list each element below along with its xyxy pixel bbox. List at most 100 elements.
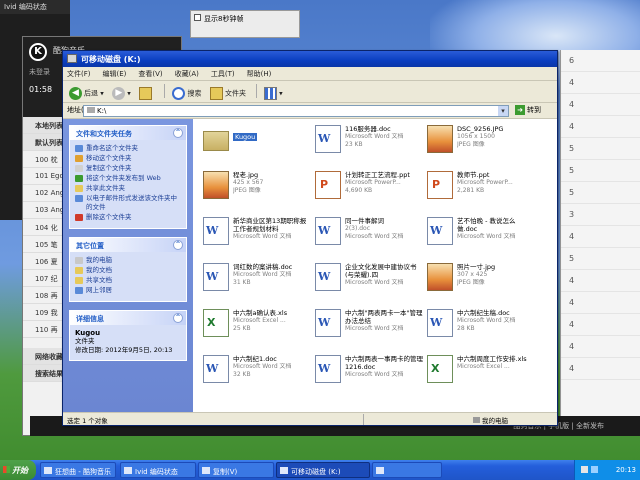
file-item[interactable]: 116服务器.docMicrosoft Word 文档23 KB xyxy=(311,123,423,159)
start-button[interactable]: 开始 xyxy=(0,460,36,480)
back-button[interactable]: ◀ 后退 ▾ xyxy=(67,84,108,100)
file-item[interactable]: 艺不怕晚 - 教说怎么做.docMicrosoft Word 文档 xyxy=(423,215,535,251)
file-item[interactable]: 新华商业区第13期职称报工作者规划材料Microsoft Word 文档 xyxy=(199,215,311,251)
collapse-chevron-icon[interactable]: ^ xyxy=(173,128,183,138)
right-list-row: 4 xyxy=(561,314,640,336)
file-name: 计划转正工艺流程.ppt xyxy=(345,171,410,179)
right-list-value: 4 xyxy=(569,298,575,307)
kugou-logo-icon: K xyxy=(29,43,47,61)
clock[interactable]: 20:13 xyxy=(616,466,636,474)
task-link[interactable]: 重命名这个文件夹 xyxy=(75,144,181,153)
forward-button[interactable]: ▶ ▾ xyxy=(110,84,135,100)
search-button[interactable]: 搜索 xyxy=(170,84,205,100)
file-item[interactable]: 程老.jpg 425 x 567 JPEG 图像 xyxy=(199,169,311,205)
file-type: 425 x 567 xyxy=(233,179,264,186)
task-link[interactable]: 以电子邮件形式发送该文件夹中的文件 xyxy=(75,194,181,212)
right-list-row: 5 xyxy=(561,182,640,204)
file-item[interactable]: 中六制两表一事两卡的管理1216.docMicrosoft Word 文档 xyxy=(311,353,423,389)
word-file-icon xyxy=(203,355,229,383)
views-icon xyxy=(264,87,278,100)
main-area: 文件和文件夹任务 ^ 重命名这个文件夹 移动这个文件夹 复制这个文件夹 将这个文件夹发布… xyxy=(63,119,557,412)
music-user[interactable]: 未登录 xyxy=(29,67,50,77)
music-time: 01:58 xyxy=(29,85,53,94)
task-link[interactable]: 共享此文件夹 xyxy=(75,184,181,193)
views-button[interactable]: ▾ xyxy=(262,84,287,100)
file-item[interactable]: 企业文化发展中建协议书(与荣耀).四Microsoft Word 文档 xyxy=(311,261,423,297)
right-list-value: 5 xyxy=(569,144,575,153)
word-file-icon xyxy=(203,217,229,245)
file-tasks-header[interactable]: 文件和文件夹任务 ^ xyxy=(70,126,186,140)
task-label: 以电子邮件形式发送该文件夹中的文件 xyxy=(86,194,177,211)
task-link[interactable]: 移动这个文件夹 xyxy=(75,154,181,163)
collapse-chevron-icon[interactable]: ^ xyxy=(173,313,183,323)
file-item[interactable]: 中六制纪生稿.docMicrosoft Word 文档28 KB xyxy=(423,307,535,343)
menu-item[interactable]: 帮助(H) xyxy=(247,69,272,79)
place-link[interactable]: 我的电脑 xyxy=(75,256,181,265)
file-item[interactable]: 教师节.pptMicrosoft PowerP...2,281 KB xyxy=(423,169,535,205)
file-item[interactable]: DSC_9256.JPG 1056 x 1500 JPEG 图像 xyxy=(423,123,535,159)
window-titlebar[interactable]: 可移动磁盘 (K:) xyxy=(63,51,557,67)
place-link[interactable]: 我的文档 xyxy=(75,266,181,275)
place-label: 共享文档 xyxy=(86,276,112,284)
taskbar-button[interactable]: 狂想曲 - 酷狗音乐 xyxy=(40,462,116,478)
file-item[interactable]: 计划转正工艺流程.pptMicrosoft PowerP...4,690 KB xyxy=(311,169,423,205)
file-name: 教师节.ppt xyxy=(457,171,490,179)
right-list-value: 4 xyxy=(569,320,575,329)
file-type: Microsoft Word 文档 xyxy=(457,233,516,240)
task-link[interactable]: 将这个文件夹发布到 Web xyxy=(75,174,181,183)
file-name: 企业文化发展中建协议书(与荣耀).四 xyxy=(345,263,417,279)
up-button[interactable] xyxy=(137,84,158,100)
file-type: Microsoft Word 文档 xyxy=(233,271,292,278)
file-item[interactable]: 中六制"两表两卡一本"管理办法总结Microsoft Word 文档 xyxy=(311,307,423,343)
detail-modified: 修改日期: 2012年9月5日, 20:13 xyxy=(75,346,173,354)
file-item[interactable]: 词红数的案讲稿.docMicrosoft Word 文档31 KB xyxy=(199,261,311,297)
checkbox-icon[interactable] xyxy=(194,14,201,21)
menu-item[interactable]: 查看(V) xyxy=(138,69,162,79)
file-tasks-panel: 文件和文件夹任务 ^ 重命名这个文件夹 移动这个文件夹 复制这个文件夹 将这个文件夹发布… xyxy=(69,125,187,229)
other-places-header[interactable]: 其它位置 ^ xyxy=(70,238,186,252)
menu-item[interactable]: 文件(F) xyxy=(67,69,91,79)
details-header[interactable]: 详细信息 ^ xyxy=(70,311,186,325)
taskbar-button[interactable]: Ivid 编码状态 xyxy=(120,462,196,478)
file-item[interactable]: Kugou xyxy=(199,123,311,159)
detail-name: Kugou xyxy=(75,329,101,337)
file-size: 31 KB xyxy=(233,279,251,286)
volume-icon[interactable] xyxy=(581,466,588,473)
menu-item[interactable]: 编辑(E) xyxy=(103,69,127,79)
file-type: Microsoft Word 文档 xyxy=(345,325,404,332)
ivid-encoder-title[interactable]: Ivid 编码状态 xyxy=(0,0,70,14)
place-link[interactable]: 共享文档 xyxy=(75,276,181,285)
file-item[interactable]: 同一件事解词2(3).docMicrosoft Word 文档 xyxy=(311,215,423,251)
menu-item[interactable]: 工具(T) xyxy=(211,69,235,79)
place-link[interactable]: 网上邻居 xyxy=(75,286,181,295)
toolbar: ◀ 后退 ▾ ▶ ▾ 搜索 文件夹 ▾ xyxy=(63,81,557,103)
go-button[interactable]: ➜ 转到 xyxy=(515,105,541,115)
right-list-row: 4 xyxy=(561,226,640,248)
taskbar-button[interactable]: 可移动磁盘 (K:) xyxy=(276,462,370,478)
file-item[interactable]: 中六制纪1.docMicrosoft Word 文档32 KB xyxy=(199,353,311,389)
task-label: 将这个文件夹发布到 Web xyxy=(86,174,161,182)
folders-button[interactable]: 文件夹 xyxy=(208,84,250,100)
file-item[interactable]: 中六制周度工作安排.xlsMicrosoft Excel ... xyxy=(423,353,535,389)
word-file-icon xyxy=(315,309,341,337)
file-item[interactable]: 照片一寸.jpg 307 x 425 JPEG 图像 xyxy=(423,261,535,297)
taskbar-button[interactable]: 复制(V) xyxy=(198,462,274,478)
file-tasks-list: 重命名这个文件夹 移动这个文件夹 复制这个文件夹 将这个文件夹发布到 Web 共享此文件… xyxy=(70,140,186,228)
right-list-row: 3 xyxy=(561,204,640,226)
file-list: Kugou116服务器.docMicrosoft Word 文档23 KBDSC… xyxy=(199,123,555,411)
taskbar-button[interactable] xyxy=(372,462,442,478)
collapse-chevron-icon[interactable]: ^ xyxy=(173,240,183,250)
place-label: 我的文档 xyxy=(86,266,112,274)
task-link[interactable]: 删除这个文件夹 xyxy=(75,213,181,222)
address-dropdown-icon[interactable]: ▾ xyxy=(498,106,508,116)
address-input[interactable]: K:\ ▾ xyxy=(83,105,509,117)
ppt-file-icon xyxy=(315,171,341,199)
file-size: JPEG 图像 xyxy=(233,187,261,194)
task-link[interactable]: 复制这个文件夹 xyxy=(75,164,181,173)
file-size: JPEG 图像 xyxy=(457,279,485,286)
details-panel: 详细信息 ^ Kugou 文件夹 修改日期: 2012年9月5日, 20:13 xyxy=(69,310,187,361)
file-item[interactable]: 中六制a确认表.xlsMicrosoft Excel ...25 KB xyxy=(199,307,311,343)
network-icon[interactable] xyxy=(591,466,598,473)
menu-item[interactable]: 收藏(A) xyxy=(175,69,199,79)
file-type: Microsoft Word 文档 xyxy=(345,371,404,378)
